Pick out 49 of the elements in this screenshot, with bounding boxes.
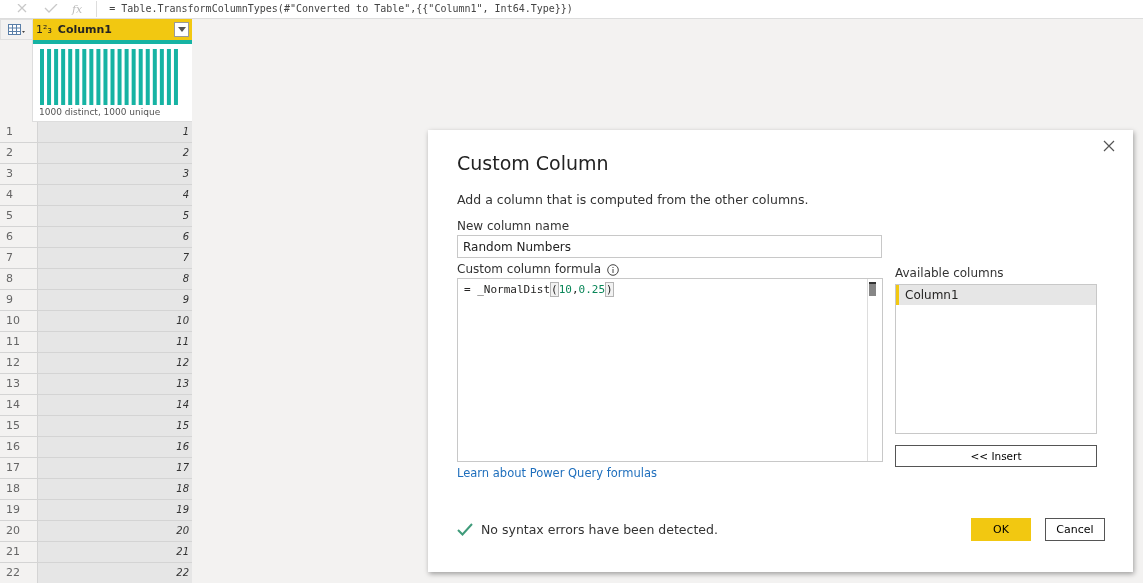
table-cell: 11	[38, 332, 192, 352]
table-cell: 1	[38, 122, 192, 142]
table-cell: 18	[38, 479, 192, 499]
table-cell: 20	[38, 521, 192, 541]
cancel-button[interactable]: Cancel	[1045, 518, 1105, 541]
dialog-description: Add a column that is computed from the other columns.	[457, 192, 810, 207]
field-label: Custom column formula	[457, 262, 602, 278]
profile-summary: 1000 distinct, 1000 unique	[39, 107, 162, 117]
table-cell: 10	[38, 311, 192, 331]
table-cell: 12	[38, 353, 192, 373]
table-cell: 7	[38, 248, 192, 268]
caret-icon	[177, 27, 186, 32]
check-icon	[457, 523, 473, 536]
check-icon[interactable]	[44, 4, 58, 14]
table-cell: 14	[38, 395, 192, 415]
column-header[interactable]: 1²₃ Column1	[33, 19, 192, 40]
field-label: New column name	[457, 219, 570, 233]
close-icon[interactable]	[1103, 140, 1115, 152]
column-name-field[interactable]: Random Numbers	[457, 235, 882, 258]
table-cell: 17	[38, 458, 192, 478]
table-cell: 15	[38, 416, 192, 436]
column-name: Column1	[57, 23, 113, 36]
syntax-status: No syntax errors have been detected.	[481, 522, 718, 537]
column-list-item[interactable]: Column1	[896, 285, 1096, 305]
filter-dropdown-button[interactable]	[174, 22, 189, 37]
table-icon	[7, 23, 26, 36]
table-cell: 8	[38, 269, 192, 289]
table-cell: 21	[38, 542, 192, 562]
table-cell: 22	[38, 563, 192, 583]
table-cell: 13	[38, 374, 192, 394]
table-cell: 19	[38, 500, 192, 520]
ok-button[interactable]: OK	[971, 518, 1031, 541]
info-icon[interactable]	[607, 264, 620, 276]
learn-link[interactable]: Learn about Power Query formulas	[457, 466, 657, 480]
fx-icon: fx	[72, 2, 83, 16]
formula-field[interactable]: = Table.TransformColumnTypes(#"Converted to Table",{{"Column1", Int64.Type}})	[96, 1, 1143, 17]
table-cell: 16	[38, 437, 192, 457]
formula-editor[interactable]: = _NormalDist(10,0.25)	[457, 278, 883, 462]
table-cell: 5	[38, 206, 192, 226]
table-cell: 4	[38, 185, 192, 205]
table-cell: 6	[38, 227, 192, 247]
table-cell: 3	[38, 164, 192, 184]
table-cell: 9	[38, 290, 192, 310]
table-cell: 2	[38, 143, 192, 163]
field-label: Available columns	[895, 266, 1005, 282]
insert-button[interactable]: << Insert	[895, 445, 1097, 467]
dialog-title: Custom Column	[457, 152, 610, 174]
table-menu-button[interactable]	[0, 19, 33, 40]
data-type-label[interactable]: 1²₃	[36, 23, 52, 36]
